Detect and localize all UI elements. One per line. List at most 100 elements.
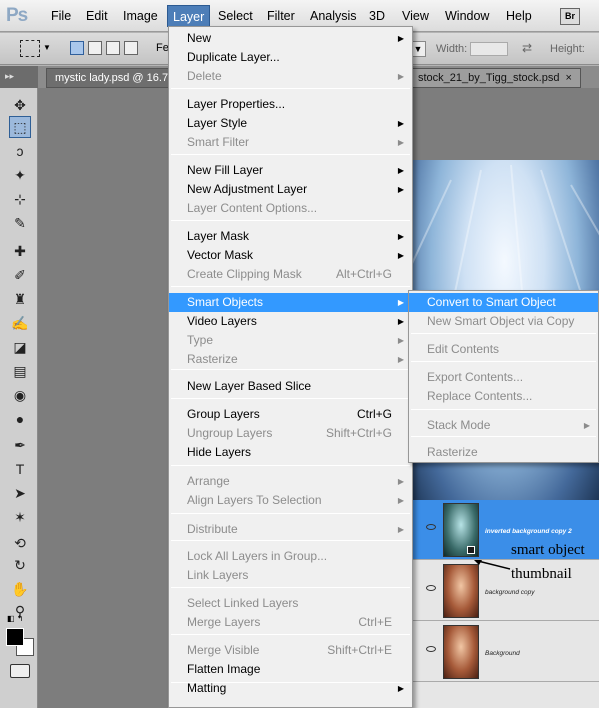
eraser-tool-icon[interactable]: ◪: [9, 336, 31, 358]
bridge-button[interactable]: Br: [560, 8, 580, 25]
eyedropper-tool-icon[interactable]: ✎: [9, 212, 31, 234]
shape-tool-icon[interactable]: ✶: [9, 506, 31, 528]
swap-icon[interactable]: ⇄: [522, 41, 532, 55]
menu-item-distribute[interactable]: Distribute ▶: [169, 520, 412, 539]
path-selection-tool-icon[interactable]: ➤: [9, 482, 31, 504]
menu-item-new-adjustment-layer[interactable]: New Adjustment Layer ▶: [169, 180, 412, 199]
menu-analysis[interactable]: Analysis: [305, 5, 362, 27]
menu-item-link-layers[interactable]: Link Layers: [169, 566, 412, 585]
menu-item-label: New Smart Object via Copy: [427, 314, 575, 328]
hand-tool-icon[interactable]: ✋: [9, 578, 31, 600]
menu-image[interactable]: Image: [118, 5, 163, 27]
menu-select[interactable]: Select: [213, 5, 258, 27]
intersect-selection-icon[interactable]: [124, 41, 138, 55]
feather-label: Fe: [156, 42, 169, 54]
menu-item-layer-style[interactable]: Layer Style ▶: [169, 114, 412, 133]
menu-item-duplicate-layer[interactable]: Duplicate Layer...: [169, 48, 412, 67]
menu-item-convert-to-smart-object[interactable]: Convert to Smart Object: [409, 293, 598, 312]
eye-icon[interactable]: [426, 524, 436, 530]
menu-item-rasterize[interactable]: Rasterize ▶: [169, 350, 412, 369]
menu-window[interactable]: Window: [440, 5, 494, 27]
menu-layer[interactable]: Layer: [167, 5, 211, 27]
menu-item-select-linked-layers[interactable]: Select Linked Layers: [169, 594, 412, 613]
width-field[interactable]: [470, 42, 508, 56]
marquee-preset-icon[interactable]: [20, 40, 40, 57]
menu-item-ungroup-layers[interactable]: Ungroup Layers Shift+Ctrl+G: [169, 424, 412, 443]
layer-row[interactable]: Background: [410, 622, 599, 682]
eye-icon[interactable]: [426, 585, 436, 591]
menu-item-type[interactable]: Type ▶: [169, 331, 412, 350]
menu-item-merge-visible[interactable]: Merge Visible Shift+Ctrl+E: [169, 641, 412, 660]
menu-item-label: Align Layers To Selection: [187, 493, 322, 507]
menu-item-rasterize[interactable]: Rasterize: [409, 443, 598, 462]
tab-mystic-lady[interactable]: mystic lady.psd @ 16.7: [46, 68, 178, 88]
menu-item-new[interactable]: New ▶: [169, 29, 412, 48]
menu-item-delete[interactable]: Delete ▶: [169, 67, 412, 86]
submenu-arrow-icon: ▶: [397, 477, 404, 486]
menu-item-layer-properties[interactable]: Layer Properties...: [169, 95, 412, 114]
chevron-down-icon[interactable]: ▼: [43, 43, 51, 52]
menu-item-create-clipping-mask[interactable]: Create Clipping Mask Alt+Ctrl+G: [169, 265, 412, 284]
default-colors-icon[interactable]: ◧ ↰: [7, 614, 23, 623]
crop-tool-icon[interactable]: ⊹: [9, 188, 31, 210]
layer-name: Background: [485, 650, 520, 657]
eye-icon[interactable]: [426, 646, 436, 652]
menu-3d[interactable]: 3D: [364, 5, 390, 27]
menu-item-edit-contents[interactable]: Edit Contents: [409, 340, 598, 359]
menu-edit[interactable]: Edit: [81, 5, 113, 27]
menu-item-smart-objects[interactable]: Smart Objects ▶: [169, 293, 412, 312]
menu-item-smart-filter[interactable]: Smart Filter ▶: [169, 133, 412, 152]
menu-item-label: New Fill Layer: [187, 163, 264, 177]
menu-view[interactable]: View: [397, 5, 434, 27]
menu-item-new-layer-based-slice[interactable]: New Layer Based Slice: [169, 377, 412, 396]
menu-item-hide-layers[interactable]: Hide Layers: [169, 443, 412, 462]
menu-item-stack-mode[interactable]: Stack Mode ▶: [409, 416, 598, 435]
menu-item-export-contents[interactable]: Export Contents...: [409, 368, 598, 387]
menu-item-layer-mask[interactable]: Layer Mask ▶: [169, 227, 412, 246]
submenu-arrow-icon: ▶: [397, 185, 404, 194]
clone-stamp-tool-icon[interactable]: ♜: [9, 288, 31, 310]
menu-item-arrange[interactable]: Arrange ▶: [169, 472, 412, 491]
subtract-selection-icon[interactable]: [106, 41, 120, 55]
menu-item-flatten-image[interactable]: Flatten Image: [169, 660, 412, 679]
menu-filter[interactable]: Filter: [262, 5, 300, 27]
menu-item-replace-contents[interactable]: Replace Contents...: [409, 387, 598, 406]
brush-tool-icon[interactable]: ✐: [9, 264, 31, 286]
gradient-tool-icon[interactable]: ▤: [9, 360, 31, 382]
dodge-tool-icon[interactable]: ●: [9, 408, 31, 430]
menu-item-merge-layers[interactable]: Merge Layers Ctrl+E: [169, 613, 412, 632]
3d-orbit-tool-icon[interactable]: ↻: [9, 554, 31, 576]
menu-item-video-layers[interactable]: Video Layers ▶: [169, 312, 412, 331]
collapse-toolbox-icon[interactable]: ▸▸: [0, 66, 38, 88]
pen-tool-icon[interactable]: ✒: [9, 434, 31, 456]
healing-brush-tool-icon[interactable]: ✚: [9, 240, 31, 262]
quick-selection-tool-icon[interactable]: ✦: [9, 164, 31, 186]
annotation-arrow: [474, 560, 511, 570]
menu-item-new-fill-layer[interactable]: New Fill Layer ▶: [169, 161, 412, 180]
menu-item-label: Layer Mask: [187, 229, 250, 243]
quick-mask-icon[interactable]: [10, 664, 30, 678]
menu-item-align-layers-to-selection[interactable]: Align Layers To Selection ▶: [169, 491, 412, 510]
menu-item-lock-all-layers-in-group[interactable]: Lock All Layers in Group...: [169, 547, 412, 566]
menu-item-layer-content-options[interactable]: Layer Content Options...: [169, 199, 412, 218]
menu-separator: [171, 88, 410, 89]
menu-item-label: Smart Objects: [187, 295, 264, 309]
history-brush-tool-icon[interactable]: ✍: [9, 312, 31, 334]
new-selection-icon[interactable]: [70, 41, 84, 55]
tab-stock[interactable]: stock_21_by_Tigg_stock.psd ×: [409, 68, 581, 88]
menu-file[interactable]: File: [46, 5, 76, 27]
close-icon[interactable]: ×: [565, 72, 571, 84]
menu-help[interactable]: Help: [501, 5, 537, 27]
3d-rotate-tool-icon[interactable]: ⟲: [9, 532, 31, 554]
marquee-tool-icon[interactable]: ⬚: [9, 116, 31, 138]
menu-item-group-layers[interactable]: Group Layers Ctrl+G: [169, 405, 412, 424]
add-selection-icon[interactable]: [88, 41, 102, 55]
menu-item-vector-mask[interactable]: Vector Mask ▶: [169, 246, 412, 265]
lasso-tool-icon[interactable]: ↄ: [9, 140, 31, 162]
blur-tool-icon[interactable]: ◉: [9, 384, 31, 406]
type-tool-icon[interactable]: T: [9, 458, 31, 480]
menu-item-matting[interactable]: Matting ▶: [169, 679, 412, 698]
menu-item-new-smart-object-via-copy[interactable]: New Smart Object via Copy: [409, 312, 598, 331]
move-tool-icon[interactable]: ✥: [9, 94, 31, 116]
foreground-color-swatch[interactable]: [6, 628, 24, 646]
